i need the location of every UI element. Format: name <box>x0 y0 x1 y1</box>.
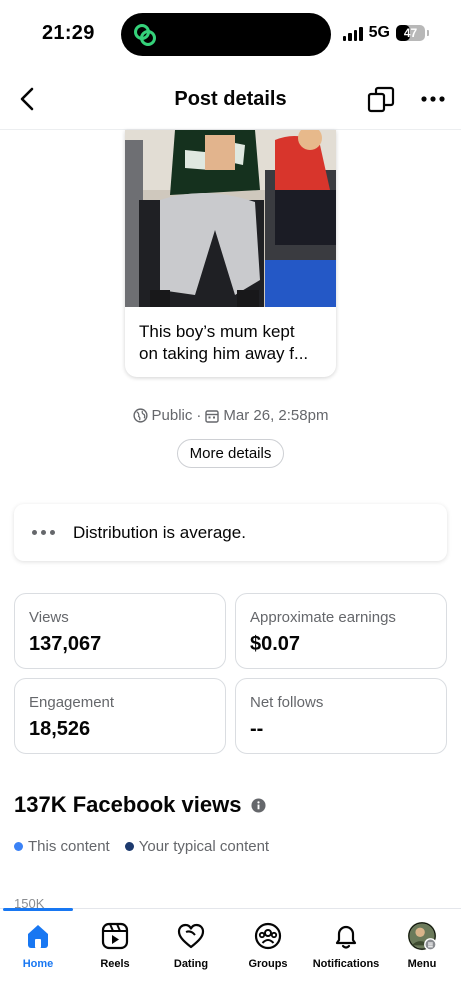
views-section-title: 137K Facebook views <box>14 792 242 817</box>
copy-icon <box>367 86 395 113</box>
distribution-banner[interactable]: Distribution is average. <box>14 504 447 561</box>
info-icon[interactable] <box>251 797 266 813</box>
nav-dating[interactable]: Dating <box>163 909 219 979</box>
copy-button[interactable] <box>366 85 396 115</box>
legend-dot-typical <box>124 842 134 851</box>
visibility-label: Public <box>151 407 193 424</box>
legend-typical-label: Your typical content <box>138 838 270 855</box>
views-stat-card[interactable]: Views 137,067 <box>14 593 226 669</box>
caption-line-1: This boy’s mum kept <box>139 322 295 341</box>
bell-icon <box>331 921 361 951</box>
views-value: 137,067 <box>29 633 102 655</box>
battery-level: 47 <box>403 26 418 40</box>
nav-reels-label: Reels <box>100 958 130 970</box>
nav-menu-label: Menu <box>407 958 437 970</box>
more-options-button[interactable] <box>418 86 448 112</box>
nav-groups[interactable]: Groups <box>240 909 296 979</box>
meta-separator: · <box>196 407 202 424</box>
dynamic-island <box>121 13 331 56</box>
legend-this-label: This content <box>28 838 110 855</box>
home-icon <box>23 921 53 951</box>
more-details-button[interactable]: More details <box>177 439 284 468</box>
post-thumbnail <box>125 130 336 307</box>
earnings-value: $0.07 <box>250 633 301 655</box>
chart-legend: This content Your typical content <box>14 838 284 855</box>
status-bar: 21:29 5G 47 <box>0 0 461 66</box>
ellipsis-icon <box>32 528 58 538</box>
legend-this-content: This content <box>14 838 110 855</box>
net-follows-stat-card[interactable]: Net follows -- <box>235 678 447 754</box>
reels-icon <box>100 921 130 951</box>
views-label: Views <box>29 609 69 626</box>
nav-home-label: Home <box>22 958 54 970</box>
battery-icon: 47 <box>396 25 425 41</box>
calendar-icon <box>205 409 220 423</box>
globe-icon <box>132 408 148 423</box>
nav-dating-label: Dating <box>173 958 209 970</box>
nav-notifications[interactable]: Notifications <box>306 909 386 979</box>
nav-groups-label: Groups <box>248 958 288 970</box>
status-indicators: 5G 47 <box>342 24 429 42</box>
nav-menu[interactable]: Menu <box>396 909 448 979</box>
post-date: Mar 26, 2:58pm <box>223 407 329 424</box>
nav-notifications-label: Notifications <box>312 958 380 970</box>
signal-icon <box>342 26 363 41</box>
caption-line-2: on taking him away f... <box>139 344 309 363</box>
status-time: 21:29 <box>42 22 95 44</box>
top-app-bar: Post details <box>0 68 461 130</box>
battery-nub <box>427 30 429 36</box>
nav-home[interactable]: Home <box>10 909 66 979</box>
earnings-label: Approximate earnings <box>250 609 396 626</box>
legend-typical-content: Your typical content <box>124 838 270 855</box>
groups-icon <box>253 921 283 951</box>
net-follows-value: -- <box>250 718 264 740</box>
bottom-navigation: Home Reels Dating Groups Notifications M… <box>0 908 461 1000</box>
engagement-value: 18,526 <box>29 718 91 740</box>
heart-icon <box>176 921 206 951</box>
legend-dot-this <box>14 842 23 851</box>
ellipsis-icon <box>421 96 445 102</box>
network-type: 5G <box>368 24 390 41</box>
nav-reels[interactable]: Reels <box>87 909 143 979</box>
post-preview-card[interactable]: This boy’s mum kept on taking him away f… <box>125 130 336 377</box>
engagement-label: Engagement <box>29 694 115 711</box>
net-follows-label: Net follows <box>250 694 324 711</box>
post-caption: This boy’s mum kept on taking him away f… <box>125 307 336 365</box>
profile-avatar-icon <box>407 921 437 951</box>
engagement-stat-card[interactable]: Engagement 18,526 <box>14 678 226 754</box>
post-meta: Public · Mar 26, 2:58pm <box>0 407 461 424</box>
linked-rings-icon <box>134 24 156 46</box>
earnings-stat-card[interactable]: Approximate earnings $0.07 <box>235 593 447 669</box>
views-section-heading: 137K Facebook views <box>14 792 266 818</box>
distribution-text: Distribution is average. <box>73 522 246 542</box>
